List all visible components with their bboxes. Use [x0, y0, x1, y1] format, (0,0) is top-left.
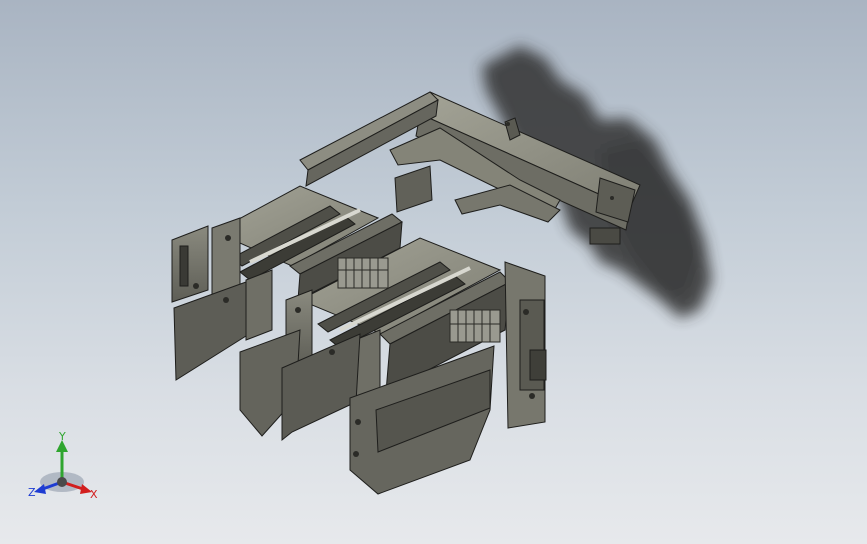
graphics-viewport[interactable]: Y X Z — [0, 0, 867, 544]
model-scene[interactable] — [0, 0, 867, 544]
orientation-triad[interactable]: Y X Z — [28, 432, 104, 504]
z-axis-arrow — [34, 484, 46, 494]
z-axis-label: Z — [28, 486, 36, 499]
y-axis-label: Y — [58, 432, 66, 443]
triad-origin — [57, 477, 67, 487]
x-axis-label: X — [90, 488, 98, 501]
